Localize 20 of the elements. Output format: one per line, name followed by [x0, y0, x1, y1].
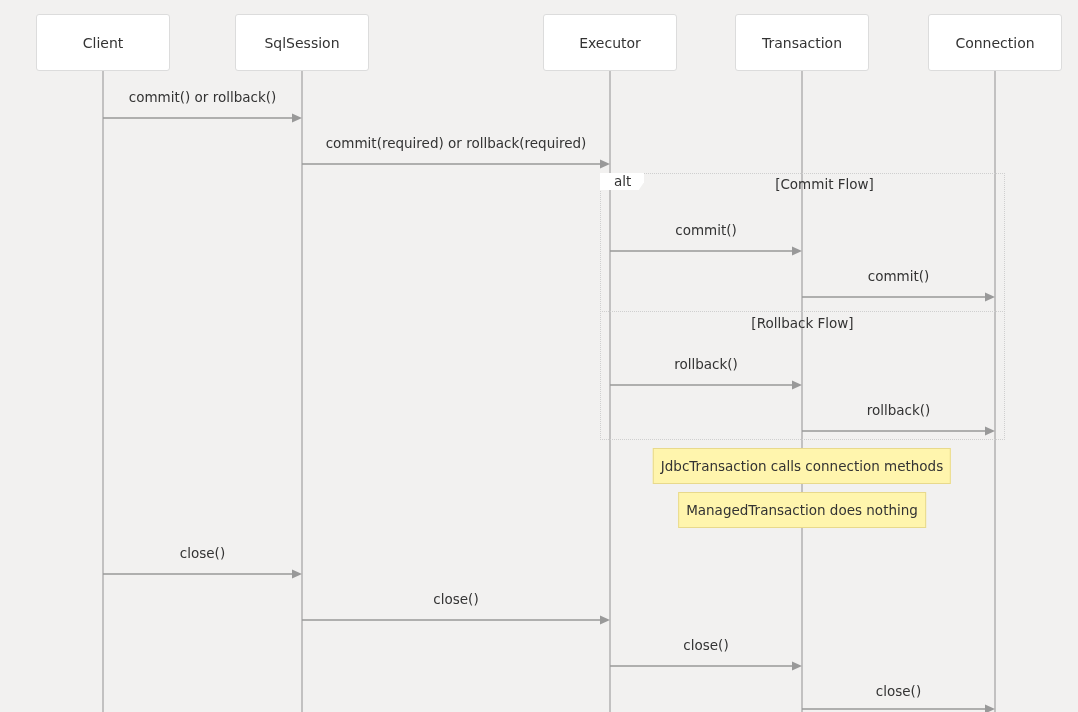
participant-box: Transaction [735, 14, 869, 71]
alt-label: alt [600, 173, 644, 190]
participant-box: Executor [543, 14, 677, 71]
message-label: commit() [675, 221, 737, 240]
note: JdbcTransaction calls connection methods [652, 448, 952, 484]
message-label: commit() or rollback() [128, 88, 277, 107]
message-label: close() [683, 636, 729, 655]
condition-label: [Commit Flow] [775, 175, 874, 194]
participant-box: SqlSession [235, 14, 369, 71]
participant-box: Client [36, 14, 170, 71]
note: ManagedTransaction does nothing [678, 492, 926, 528]
message-label: close() [875, 682, 922, 701]
condition-label: [Rollback Flow] [751, 314, 854, 333]
message-label: rollback() [866, 401, 931, 420]
message-label: commit() [867, 267, 930, 286]
message-label: commit(required) or rollback(required) [325, 134, 587, 153]
message-label: close() [433, 590, 479, 609]
message-label: close() [179, 544, 226, 563]
message-label: rollback() [674, 355, 738, 374]
participant-box: Connection [928, 14, 1062, 71]
